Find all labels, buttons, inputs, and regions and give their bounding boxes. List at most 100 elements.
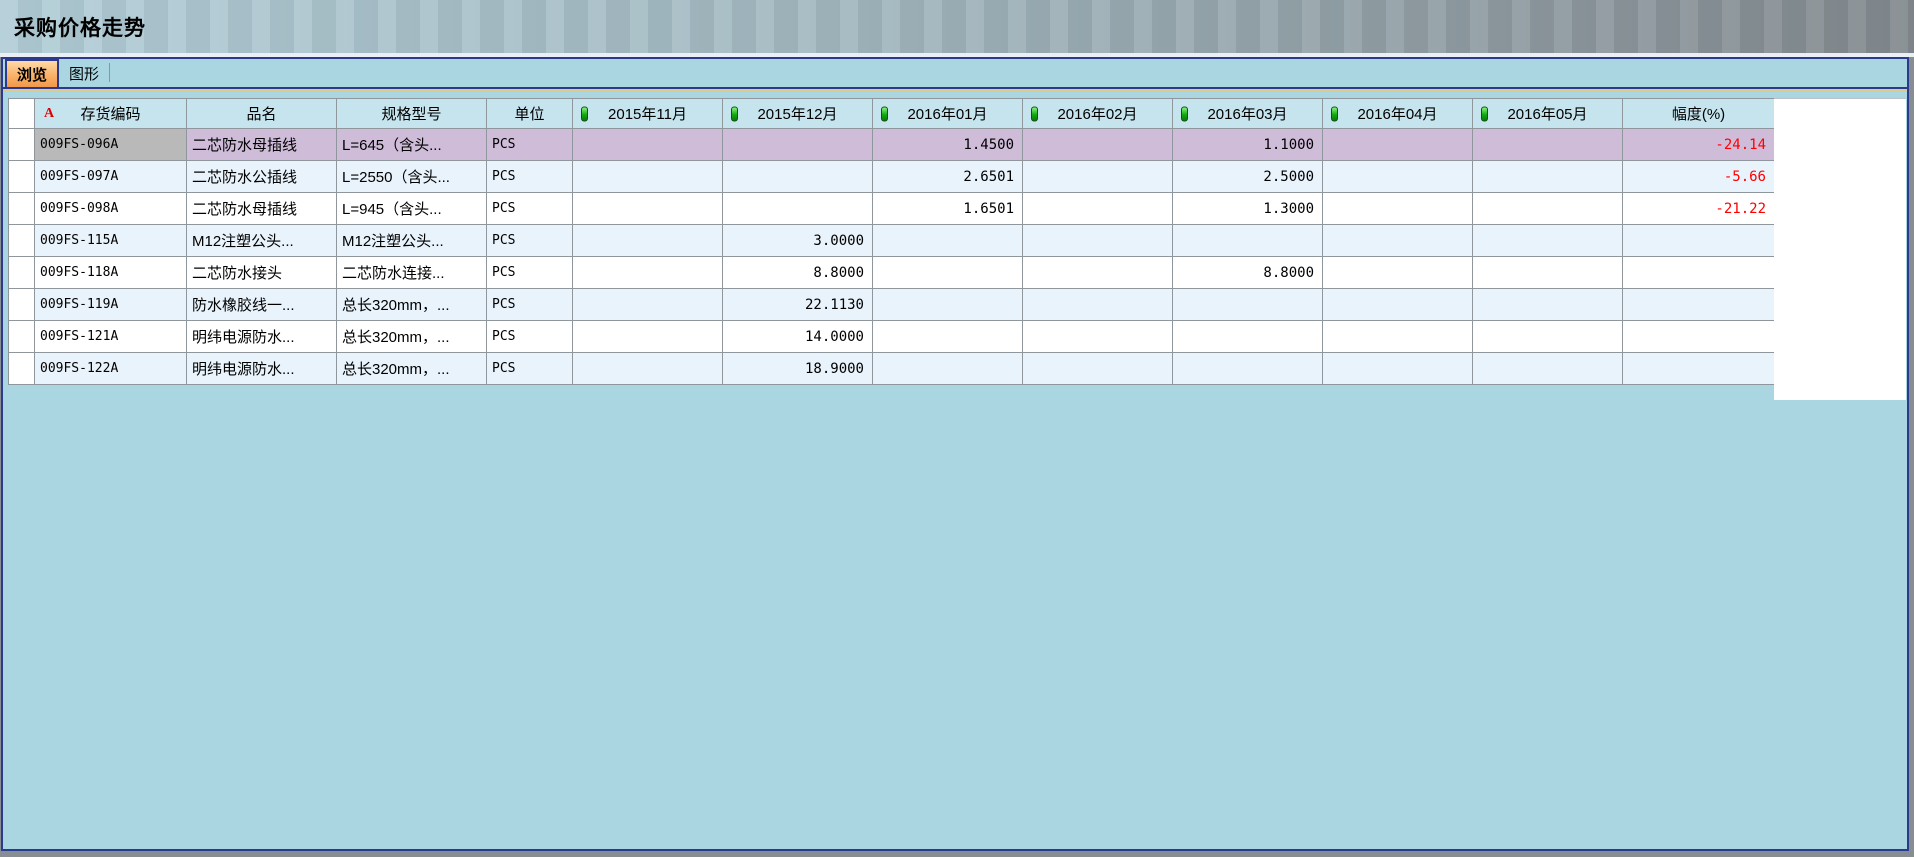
cell-m2016_03[interactable] — [1173, 321, 1323, 353]
cell-m2016_01[interactable]: 2.6501 — [873, 161, 1023, 193]
row-selector-cell[interactable] — [9, 193, 35, 225]
cell-m2016_03[interactable]: 1.1000 — [1173, 129, 1323, 161]
cell-spec[interactable]: L=945（含头... — [337, 193, 487, 225]
column-header-code[interactable]: A存货编码 — [35, 99, 187, 129]
cell-m2016_01[interactable]: 1.6501 — [873, 193, 1023, 225]
cell-m2016_03[interactable]: 1.3000 — [1173, 193, 1323, 225]
cell-name[interactable]: 明纬电源防水... — [187, 321, 337, 353]
cell-spec[interactable]: 二芯防水连接... — [337, 257, 487, 289]
cell-m2016_03[interactable]: 2.5000 — [1173, 161, 1323, 193]
cell-m2016_02[interactable] — [1023, 257, 1173, 289]
table-row[interactable]: 009FS-096A二芯防水母插线L=645（含头...PCS1.45001.1… — [9, 129, 1775, 161]
cell-m2015_11[interactable] — [573, 161, 723, 193]
cell-m2016_04[interactable] — [1323, 289, 1473, 321]
cell-name[interactable]: 二芯防水接头 — [187, 257, 337, 289]
cell-rate[interactable] — [1623, 257, 1775, 289]
cell-unit[interactable]: PCS — [487, 289, 573, 321]
cell-m2016_02[interactable] — [1023, 353, 1173, 385]
tab-browse[interactable]: 浏览 — [5, 59, 59, 87]
column-header-m2016_01[interactable]: 2016年01月 — [873, 99, 1023, 129]
cell-m2016_04[interactable] — [1323, 161, 1473, 193]
cell-spec[interactable]: 总长320mm，... — [337, 289, 487, 321]
table-row[interactable]: 009FS-122A明纬电源防水...总长320mm，...PCS18.9000 — [9, 353, 1775, 385]
cell-m2015_11[interactable] — [573, 225, 723, 257]
cell-m2015_12[interactable]: 8.8000 — [723, 257, 873, 289]
cell-unit[interactable]: PCS — [487, 321, 573, 353]
row-selector-cell[interactable] — [9, 289, 35, 321]
cell-spec[interactable]: M12注塑公头... — [337, 225, 487, 257]
cell-m2015_11[interactable] — [573, 321, 723, 353]
cell-code[interactable]: 009FS-119A — [35, 289, 187, 321]
column-header-m2015_12[interactable]: 2015年12月 — [723, 99, 873, 129]
cell-code[interactable]: 009FS-121A — [35, 321, 187, 353]
cell-rate[interactable] — [1623, 353, 1775, 385]
cell-m2016_03[interactable] — [1173, 225, 1323, 257]
cell-m2016_01[interactable] — [873, 353, 1023, 385]
row-selector-cell[interactable] — [9, 161, 35, 193]
cell-spec[interactable]: L=2550（含头... — [337, 161, 487, 193]
cell-m2016_04[interactable] — [1323, 225, 1473, 257]
cell-unit[interactable]: PCS — [487, 353, 573, 385]
cell-m2016_01[interactable] — [873, 257, 1023, 289]
cell-m2016_01[interactable] — [873, 225, 1023, 257]
cell-m2016_05[interactable] — [1473, 353, 1623, 385]
cell-rate[interactable]: -21.22 — [1623, 193, 1775, 225]
cell-m2015_12[interactable]: 14.0000 — [723, 321, 873, 353]
cell-name[interactable]: 二芯防水公插线 — [187, 161, 337, 193]
cell-m2016_04[interactable] — [1323, 257, 1473, 289]
cell-m2015_12[interactable]: 3.0000 — [723, 225, 873, 257]
table-row[interactable]: 009FS-119A防水橡胶线一...总长320mm，...PCS22.1130 — [9, 289, 1775, 321]
row-selector-cell[interactable] — [9, 129, 35, 161]
row-selector-cell[interactable] — [9, 321, 35, 353]
cell-code[interactable]: 009FS-098A — [35, 193, 187, 225]
cell-m2015_11[interactable] — [573, 289, 723, 321]
cell-m2016_05[interactable] — [1473, 193, 1623, 225]
row-selector-cell[interactable] — [9, 353, 35, 385]
cell-m2016_05[interactable] — [1473, 257, 1623, 289]
cell-code[interactable]: 009FS-096A — [35, 129, 187, 161]
cell-m2016_03[interactable] — [1173, 353, 1323, 385]
cell-code[interactable]: 009FS-118A — [35, 257, 187, 289]
column-header-m2016_05[interactable]: 2016年05月 — [1473, 99, 1623, 129]
cell-rate[interactable] — [1623, 225, 1775, 257]
cell-m2015_12[interactable]: 18.9000 — [723, 353, 873, 385]
cell-name[interactable]: M12注塑公头... — [187, 225, 337, 257]
cell-name[interactable]: 二芯防水母插线 — [187, 129, 337, 161]
cell-m2016_02[interactable] — [1023, 129, 1173, 161]
cell-m2015_12[interactable] — [723, 193, 873, 225]
cell-unit[interactable]: PCS — [487, 161, 573, 193]
column-header-unit[interactable]: 单位 — [487, 99, 573, 129]
cell-m2016_05[interactable] — [1473, 161, 1623, 193]
cell-rate[interactable] — [1623, 289, 1775, 321]
cell-m2016_04[interactable] — [1323, 129, 1473, 161]
cell-m2016_02[interactable] — [1023, 321, 1173, 353]
row-selector-header[interactable] — [9, 99, 35, 129]
cell-m2016_01[interactable]: 1.4500 — [873, 129, 1023, 161]
column-header-m2016_02[interactable]: 2016年02月 — [1023, 99, 1173, 129]
cell-m2015_11[interactable] — [573, 193, 723, 225]
cell-m2015_11[interactable] — [573, 129, 723, 161]
cell-m2016_05[interactable] — [1473, 129, 1623, 161]
cell-spec[interactable]: L=645（含头... — [337, 129, 487, 161]
column-header-name[interactable]: 品名 — [187, 99, 337, 129]
cell-m2016_04[interactable] — [1323, 321, 1473, 353]
row-selector-cell[interactable] — [9, 257, 35, 289]
cell-unit[interactable]: PCS — [487, 193, 573, 225]
cell-m2015_12[interactable] — [723, 161, 873, 193]
table-row[interactable]: 009FS-097A二芯防水公插线L=2550（含头...PCS2.65012.… — [9, 161, 1775, 193]
cell-m2016_04[interactable] — [1323, 353, 1473, 385]
tab-graph[interactable]: 图形 — [61, 59, 107, 87]
cell-spec[interactable]: 总长320mm，... — [337, 321, 487, 353]
cell-rate[interactable] — [1623, 321, 1775, 353]
column-header-m2016_04[interactable]: 2016年04月 — [1323, 99, 1473, 129]
cell-m2016_05[interactable] — [1473, 225, 1623, 257]
column-header-spec[interactable]: 规格型号 — [337, 99, 487, 129]
cell-name[interactable]: 防水橡胶线一... — [187, 289, 337, 321]
column-header-rate[interactable]: 幅度(%) — [1623, 99, 1775, 129]
table-row[interactable]: 009FS-118A二芯防水接头二芯防水连接...PCS8.80008.8000 — [9, 257, 1775, 289]
cell-code[interactable]: 009FS-122A — [35, 353, 187, 385]
table-row[interactable]: 009FS-098A二芯防水母插线L=945（含头...PCS 1.6501 1.3… — [9, 193, 1775, 225]
table-row[interactable]: 009FS-115AM12注塑公头...M12注塑公头...PCS3.0000 — [9, 225, 1775, 257]
cell-name[interactable]: 二芯防水母插线 — [187, 193, 337, 225]
cell-m2016_05[interactable] — [1473, 289, 1623, 321]
